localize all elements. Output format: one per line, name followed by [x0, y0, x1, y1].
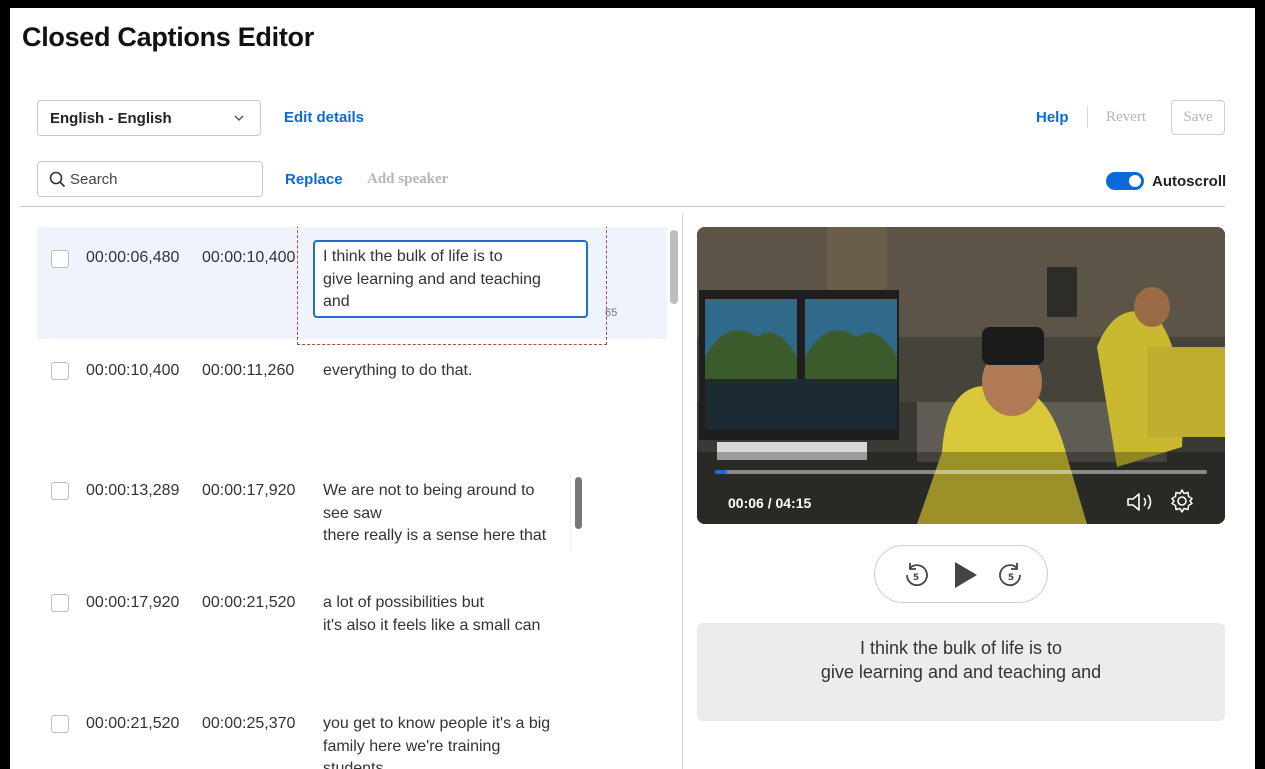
- caption-row[interactable]: 00:00:21,520 00:00:25,370 you get to kno…: [37, 687, 667, 769]
- caption-start-time[interactable]: 00:00:21,520: [86, 715, 179, 733]
- autoscroll-label: Autoscroll: [1152, 172, 1227, 190]
- caption-text[interactable]: We are not to being around to see saw th…: [323, 480, 573, 548]
- caption-text[interactable]: everything to do that.: [323, 360, 573, 383]
- play-icon[interactable]: [947, 558, 981, 592]
- caption-list[interactable]: 00:00:06,480 00:00:10,400 I think the bu…: [37, 227, 667, 769]
- caption-end-time[interactable]: 00:00:17,920: [202, 482, 295, 500]
- video-progress-fill: [715, 470, 727, 474]
- autoscroll-toggle[interactable]: [1106, 172, 1144, 190]
- caption-start-time[interactable]: 00:00:10,400: [86, 362, 179, 380]
- edit-details-link[interactable]: Edit details: [284, 109, 364, 126]
- scrollbar-thumb[interactable]: [575, 477, 582, 529]
- caption-checkbox[interactable]: [51, 250, 69, 268]
- caption-start-time[interactable]: 00:00:06,480: [86, 249, 179, 267]
- autoscroll-control: Autoscroll: [1106, 172, 1226, 190]
- header-divider: [20, 206, 1225, 207]
- caption-text[interactable]: a lot of possibilities but it's also it …: [323, 592, 573, 637]
- panel-divider: [682, 213, 683, 769]
- caption-end-time[interactable]: 00:00:21,520: [202, 594, 295, 612]
- caption-start-time[interactable]: 00:00:17,920: [86, 594, 179, 612]
- caption-end-time[interactable]: 00:00:25,370: [202, 715, 295, 733]
- video-progress-bar[interactable]: [715, 470, 1207, 474]
- caption-end-time[interactable]: 00:00:10,400: [202, 249, 295, 267]
- replace-link[interactable]: Replace: [285, 171, 343, 188]
- caption-preview: I think the bulk of life is to give lear…: [697, 623, 1225, 721]
- forward-5-icon[interactable]: 5: [996, 560, 1026, 590]
- svg-text:5: 5: [913, 573, 919, 583]
- caption-checkbox[interactable]: [51, 482, 69, 500]
- caption-start-time[interactable]: 00:00:13,289: [86, 482, 179, 500]
- editor-window: Closed Captions Editor English - English…: [10, 8, 1255, 769]
- svg-text:5: 5: [1008, 573, 1014, 583]
- gear-icon[interactable]: [1169, 488, 1195, 514]
- language-select-value: English - English: [50, 109, 172, 127]
- playback-controls: 5 5: [874, 545, 1048, 603]
- search-icon: [49, 171, 66, 188]
- toggle-knob: [1129, 175, 1141, 187]
- caption-row[interactable]: 00:00:06,480 00:00:10,400 I think the bu…: [37, 227, 667, 345]
- caption-row[interactable]: 00:00:17,920 00:00:21,520 a lot of possi…: [37, 572, 667, 687]
- caption-row[interactable]: 00:00:10,400 00:00:11,260 everything to …: [37, 339, 667, 457]
- search-input[interactable]: [70, 170, 250, 188]
- page-title: Closed Captions Editor: [22, 22, 314, 52]
- caption-checkbox[interactable]: [51, 715, 69, 733]
- caption-checkbox[interactable]: [51, 362, 69, 380]
- caption-end-time[interactable]: 00:00:11,260: [202, 362, 294, 380]
- toolbar-divider: [1087, 106, 1088, 128]
- language-select[interactable]: English - English: [37, 100, 261, 136]
- list-scrollbar[interactable]: [670, 230, 678, 304]
- volume-icon[interactable]: [1125, 491, 1157, 513]
- rewind-5-icon[interactable]: 5: [901, 560, 931, 590]
- caption-row[interactable]: 00:00:13,289 00:00:17,920 We are not to …: [37, 457, 667, 572]
- video-time: 00:06 / 04:15: [728, 495, 812, 511]
- video-player[interactable]: 00:06 / 04:15: [697, 227, 1225, 524]
- caption-checkbox[interactable]: [51, 594, 69, 612]
- search-box: [37, 161, 263, 197]
- revert-button[interactable]: Revert: [1106, 109, 1146, 126]
- caption-text-editor[interactable]: I think the bulk of life is to give lear…: [313, 240, 588, 318]
- add-speaker-link[interactable]: Add speaker: [367, 171, 448, 188]
- save-button[interactable]: Save: [1171, 100, 1225, 135]
- caption-text[interactable]: you get to know people it's a big family…: [323, 713, 573, 769]
- character-count: 65: [605, 307, 618, 319]
- caption-scrollbar[interactable]: [570, 475, 586, 551]
- chevron-down-icon: [234, 115, 244, 121]
- video-frame-image: [697, 227, 1225, 524]
- help-link[interactable]: Help: [1036, 109, 1069, 126]
